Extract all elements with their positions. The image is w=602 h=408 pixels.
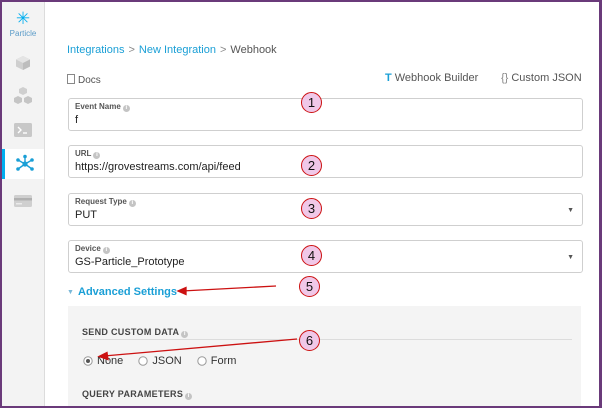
radio-selected-icon — [83, 356, 93, 366]
info-icon[interactable]: i — [128, 200, 136, 207]
integrations-icon — [15, 154, 34, 171]
url-label: URL — [75, 149, 92, 158]
url-value: https://grovestreams.com/api/feed — [75, 161, 241, 173]
sidebar: ✳ Particle — [2, 2, 45, 406]
annotation-marker-2: 2 — [301, 155, 322, 176]
event-name-value: f — [75, 114, 79, 126]
cube-icon — [16, 56, 30, 70]
sidebar-item-products[interactable] — [2, 81, 44, 111]
breadcrumb-integrations-link[interactable]: Integrations — [67, 44, 124, 56]
custom-data-radio-group: None JSON Form — [83, 355, 248, 367]
event-name-field[interactable]: Event Name i f — [68, 98, 583, 131]
info-icon[interactable]: i — [122, 105, 130, 112]
breadcrumb-separator: > — [128, 44, 135, 56]
docs-link[interactable]: Docs — [67, 74, 101, 86]
section-divider — [82, 339, 572, 340]
annotation-marker-5: 5 — [299, 276, 320, 297]
url-field[interactable]: URL i https://grovestreams.com/api/feed — [68, 145, 583, 178]
send-custom-data-title: SEND CUSTOM DATA — [82, 327, 180, 337]
breadcrumb: Integrations > New Integration > Webhook — [67, 44, 277, 56]
annotation-marker-6: 6 — [299, 330, 320, 351]
tab-webhook-builder[interactable]: T Webhook Builder — [385, 72, 478, 84]
radio-option-none[interactable]: None — [83, 355, 123, 367]
particle-star-icon: ✳ — [15, 9, 31, 28]
info-icon[interactable]: i — [102, 247, 110, 254]
radio-option-form[interactable]: Form — [197, 355, 236, 367]
main-content: Integrations > New Integration > Webhook Doc… — [45, 2, 599, 406]
device-select[interactable]: Device i GS-Particle_Prototype ▼ — [68, 240, 583, 273]
sidebar-item-billing[interactable] — [2, 186, 44, 216]
radio-unselected-icon — [138, 356, 149, 366]
annotation-marker-1: 1 — [301, 92, 322, 113]
braces-icon: {} — [501, 72, 509, 84]
device-value: GS-Particle_Prototype — [75, 256, 185, 268]
device-label: Device — [75, 244, 101, 253]
terminal-icon — [14, 123, 32, 137]
radio-unselected-icon — [197, 356, 207, 366]
caret-down-icon: ▼ — [567, 207, 574, 214]
caret-down-icon: ▼ — [67, 289, 74, 296]
sidebar-item-integrations[interactable] — [2, 149, 44, 179]
breadcrumb-separator: > — [219, 44, 227, 56]
advanced-settings-toggle[interactable]: Advanced Settings — [78, 286, 177, 298]
event-name-label: Event Name — [75, 102, 121, 111]
request-type-select[interactable]: Request Type i PUT ▼ — [68, 193, 583, 226]
breadcrumb-current: Webhook — [230, 44, 277, 56]
info-icon[interactable]: i — [185, 393, 193, 400]
particle-logo[interactable]: ✳ Particle — [2, 9, 44, 39]
text-cursor-icon: T — [385, 72, 392, 84]
sidebar-item-devices[interactable] — [2, 48, 44, 78]
annotation-marker-3: 3 — [301, 198, 322, 219]
info-icon[interactable]: i — [93, 152, 101, 159]
billing-card-icon — [14, 195, 32, 207]
info-icon[interactable]: i — [181, 331, 189, 338]
tab-custom-json[interactable]: {} Custom JSON — [501, 72, 582, 84]
breadcrumb-new-integration-link[interactable]: New Integration — [139, 44, 216, 56]
radio-option-json[interactable]: JSON — [138, 355, 182, 367]
sidebar-item-console[interactable] — [2, 115, 44, 145]
caret-down-icon: ▼ — [567, 254, 574, 261]
annotation-marker-4: 4 — [301, 245, 322, 266]
cubes-icon — [14, 87, 32, 104]
app-window: ✳ Particle Integrations > New Integratio… — [2, 2, 599, 406]
request-type-label: Request Type — [75, 197, 127, 206]
query-parameters-title: QUERY PARAMETERS — [82, 389, 184, 399]
document-icon — [67, 74, 75, 84]
request-type-value: PUT — [75, 209, 97, 221]
